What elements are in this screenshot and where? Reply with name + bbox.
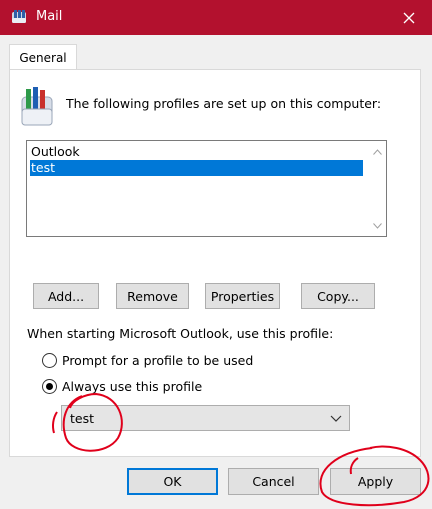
radio-selected-dot [46,382,53,390]
chevron-down-icon [373,222,382,229]
radio-always-circle[interactable] [42,378,57,394]
chevron-down-icon [330,415,342,422]
radio-always-profile[interactable]: Always use this profile [42,377,202,395]
profiles-icon [21,87,53,126]
general-panel [9,69,421,457]
copy-button[interactable]: Copy... [301,283,375,309]
profile-dropdown[interactable]: test [61,405,350,431]
title-bar: Mail [0,0,432,35]
radio-prompt-label: Prompt for a profile to be used [62,352,254,368]
profiles-heading: The following profiles are set up on thi… [66,96,382,111]
list-scrollbar[interactable] [369,141,386,236]
remove-button[interactable]: Remove [116,283,189,309]
close-button[interactable] [386,0,432,35]
startup-profile-label: When starting Microsoft Outlook, use thi… [27,326,334,341]
tab-general[interactable]: General [9,44,77,71]
tab-general-label: General [19,51,67,65]
radio-prompt-circle[interactable] [42,352,57,368]
profiles-list[interactable]: Outlook test [26,140,387,237]
cancel-button[interactable]: Cancel [228,468,319,495]
profile-item-test[interactable]: test [30,160,363,176]
ok-button[interactable]: OK [127,468,218,495]
profile-item-outlook[interactable]: Outlook [30,144,363,160]
radio-always-label: Always use this profile [62,378,203,394]
close-icon [403,12,415,23]
window-title: Mail [36,9,63,24]
properties-button[interactable]: Properties [205,283,280,309]
profile-dropdown-value: test [70,411,95,426]
scroll-down-arrow[interactable] [369,217,386,234]
chevron-up-icon [373,148,382,155]
add-button[interactable]: Add... [33,283,99,309]
radio-prompt-profile[interactable]: Prompt for a profile to be used [42,351,253,369]
scroll-up-arrow[interactable] [369,143,386,160]
apply-button[interactable]: Apply [330,468,421,495]
mail-app-icon [12,10,26,23]
